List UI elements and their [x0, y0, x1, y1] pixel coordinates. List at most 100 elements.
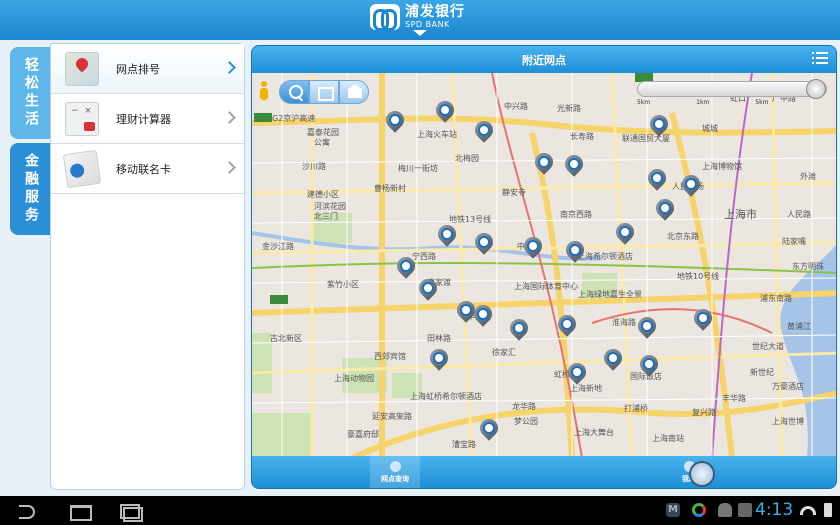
map-label: 金沙江路: [262, 242, 294, 251]
branch-pin[interactable]: [634, 313, 660, 339]
zoom-scale-label: 5km: [755, 99, 769, 106]
panel-title: 附近网点: [522, 53, 566, 67]
branch-pin[interactable]: [453, 297, 479, 323]
map-label: 北京东路: [667, 232, 699, 241]
android-icon: [718, 503, 732, 517]
branch-pin[interactable]: [531, 149, 557, 175]
map-label: 上海新地: [570, 384, 602, 393]
map-label: 沙川路: [302, 162, 326, 171]
branch-pin[interactable]: [600, 345, 626, 371]
map-label: 徐家汇: [492, 348, 516, 357]
menu-item-label: 网点排号: [116, 62, 160, 76]
map-label: 上海南站: [652, 434, 684, 443]
branch-pin[interactable]: [415, 275, 441, 301]
menu-item-calculator[interactable]: 理财计算器: [51, 94, 244, 144]
satellite-view-icon[interactable]: [309, 80, 339, 104]
floating-action-button[interactable]: [689, 461, 715, 487]
map-label: 梅川一街坊: [398, 164, 438, 173]
branch-pin[interactable]: [644, 165, 670, 191]
bank-branch-icon[interactable]: [339, 80, 369, 104]
map-label: 龙华路: [512, 402, 536, 411]
branch-pin[interactable]: [471, 229, 497, 255]
brand-name-en: SPD BANK: [405, 20, 450, 29]
chevron-right-icon: [223, 61, 236, 74]
branch-pin[interactable]: [562, 237, 588, 263]
map-label: 北梅园: [455, 154, 479, 163]
branch-pin[interactable]: [506, 315, 532, 341]
map-pin-icon: [65, 51, 99, 86]
branch-pin[interactable]: [554, 311, 580, 337]
map-label: 漕宝路: [452, 440, 476, 449]
branch-pin[interactable]: [564, 359, 590, 385]
map-label: 南京西路: [560, 210, 592, 219]
map-label: 嘉泰花园: [307, 128, 339, 137]
zoom-slider-knob[interactable]: [806, 79, 826, 99]
spd-logo-icon: [370, 4, 400, 31]
zoom-slider[interactable]: [637, 79, 827, 99]
tab-financial-services[interactable]: 金融服务: [10, 143, 52, 235]
map-label: 紫竹小区: [327, 280, 359, 289]
map-label: 地铁10号线: [677, 272, 720, 281]
map-label: 梦公园: [514, 417, 538, 426]
recent-apps-icon[interactable]: [118, 502, 143, 522]
menu-item-label: 移动联名卡: [116, 162, 171, 176]
map-label: 延安高架路: [372, 412, 412, 421]
branch-pin[interactable]: [476, 415, 502, 441]
branch-pin[interactable]: [646, 111, 672, 137]
branch-pin[interactable]: [434, 221, 460, 247]
map-label: 丰华路: [722, 394, 746, 403]
map-label: 田林路: [427, 334, 451, 343]
menu-item-branch-queue[interactable]: 网点排号: [51, 44, 244, 94]
tab-easy-life[interactable]: 轻松生活: [10, 47, 52, 139]
status-clock: 4:13: [755, 500, 794, 520]
nearby-branches-panel: 附近网点 G2京沪高速 嘉泰花园 公寓 上海火车站 梅川一街坊 北梅园 沙川路 …: [251, 45, 837, 489]
branch-pin[interactable]: [432, 97, 458, 123]
back-icon[interactable]: [16, 502, 40, 519]
menu-item-cobrand-card[interactable]: 移动联名卡: [51, 144, 244, 194]
map-label: 建德小区: [307, 190, 339, 199]
map-label: 打浦桥: [624, 404, 648, 413]
street-view-pegman-icon[interactable]: [258, 81, 270, 101]
list-icon[interactable]: [812, 52, 828, 66]
branch-pin[interactable]: [612, 219, 638, 245]
panel-header: 附近网点: [252, 46, 836, 73]
branch-pin[interactable]: [636, 351, 662, 377]
map-label: 宁西路: [412, 252, 436, 261]
globe-icon: [389, 460, 401, 472]
branch-pin[interactable]: [561, 151, 587, 177]
branch-pin[interactable]: [471, 117, 497, 143]
branch-pin[interactable]: [393, 253, 419, 279]
zoom-scale-label: 5km: [637, 99, 651, 106]
brand-notch-icon: [413, 30, 427, 36]
zoom-scale-label: 1km: [696, 99, 710, 106]
image-icon: [738, 503, 752, 517]
branch-pin[interactable]: [470, 301, 496, 327]
map-label: 新世纪: [750, 368, 774, 377]
map-view[interactable]: G2京沪高速 嘉泰花园 公寓 上海火车站 梅川一街坊 北梅园 沙川路 中兴路 光…: [252, 73, 836, 458]
panel-footer: 网点查询 我的: [252, 456, 836, 488]
chevron-right-icon: [223, 161, 236, 174]
tab-branch-search[interactable]: 网点查询: [370, 456, 420, 488]
map-label: 复兴路: [692, 408, 716, 417]
branch-pin[interactable]: [426, 345, 452, 371]
map-toolbar: [279, 80, 369, 104]
map-label: 城城: [702, 124, 718, 133]
map-label: 上海虹桥希尔顿酒店: [410, 392, 482, 401]
map-label: 中兴路: [504, 102, 528, 111]
branch-pin[interactable]: [678, 171, 704, 197]
zoom-scale: 5km 1km 5km: [637, 99, 768, 106]
home-icon[interactable]: [68, 502, 92, 521]
map-label: 上海火车站: [417, 130, 457, 139]
brand: 浦发银行 SPD BANK: [370, 4, 465, 31]
brand-text: 浦发银行 SPD BANK: [405, 5, 465, 29]
map-label: 公寓: [314, 138, 330, 147]
branch-pin[interactable]: [382, 107, 408, 133]
branch-pin[interactable]: [520, 233, 546, 259]
map-label: 曹杨新村: [374, 184, 406, 193]
branch-pin[interactable]: [690, 305, 716, 331]
search-icon[interactable]: [279, 80, 309, 104]
map-roads: [252, 73, 836, 458]
map-label: 浦东南路: [760, 294, 792, 303]
branch-pin[interactable]: [652, 195, 678, 221]
calculator-icon: [65, 101, 99, 136]
